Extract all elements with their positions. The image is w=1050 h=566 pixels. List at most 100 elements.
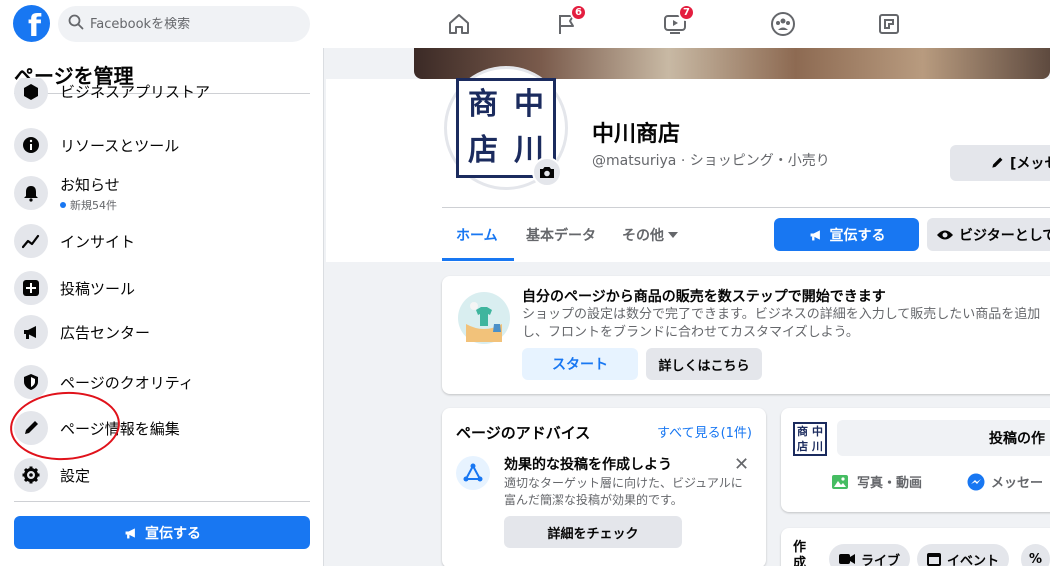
info-icon xyxy=(14,128,48,162)
watch-icon[interactable]: 7 xyxy=(659,4,695,40)
gear-icon xyxy=(14,458,48,492)
tab-about[interactable]: 基本データ xyxy=(526,225,596,245)
logo-char: 川 xyxy=(812,440,823,453)
page-name: 中川商店 xyxy=(592,122,681,147)
message-button[interactable]: [メッセ xyxy=(950,145,1050,181)
messenger-icon xyxy=(967,473,985,490)
tab-home[interactable]: ホーム xyxy=(456,225,498,245)
flag-icon[interactable]: 6 xyxy=(551,4,587,40)
sidebar-item-notifications[interactable]: お知らせ 新規54件 xyxy=(10,171,312,215)
notification-count: 新規54件 xyxy=(60,197,120,213)
flag-badge: 6 xyxy=(570,4,587,21)
sidebar-item-settings[interactable]: 設定 xyxy=(10,453,312,497)
chart-icon xyxy=(14,224,48,258)
sidebar-item-label: リソースとツール xyxy=(60,136,180,155)
sidebar-item-label: ページのクオリティ xyxy=(60,373,194,392)
view-as-visitor-label: ビジターとして xyxy=(959,227,1050,244)
create-post-card: 商 中 店 川 投稿の作 写真・動画 メッセー xyxy=(781,408,1050,512)
messenger-label: メッセー xyxy=(991,476,1044,491)
unread-dot xyxy=(60,201,66,208)
sidebar-item-ad-center[interactable]: 広告センター xyxy=(10,310,312,354)
logo-char: 商 xyxy=(797,425,808,438)
megaphone-icon xyxy=(125,527,135,538)
sidebar-item-page-quality[interactable]: ページのクオリティ xyxy=(10,360,312,404)
sidebar-item-resources-tools[interactable]: リソースとツール xyxy=(10,123,312,167)
start-button[interactable]: スタート xyxy=(522,348,638,380)
create-post-button[interactable]: 投稿の作 xyxy=(837,420,1050,456)
live-button[interactable]: ライブ xyxy=(829,544,911,566)
sidebar-item-edit-page-info[interactable]: ページ情報を編集 xyxy=(10,406,312,450)
video-camera-icon xyxy=(839,554,855,564)
event-label: イベント xyxy=(947,553,1000,566)
page-mini-avatar: 商 中 店 川 xyxy=(793,422,827,456)
photo-video-label: 写真・動画 xyxy=(857,476,923,491)
sidebar-item-label: ビジネスアプリストア xyxy=(60,82,211,101)
box-icon xyxy=(14,78,48,109)
search-input[interactable] xyxy=(90,16,290,32)
tab-more-label: その他 xyxy=(622,228,664,244)
sidebar-item-label: お知らせ xyxy=(60,175,120,194)
bell-icon xyxy=(14,176,48,210)
view-as-visitor-button[interactable]: ビジターとして xyxy=(927,218,1050,251)
home-icon[interactable] xyxy=(443,8,475,40)
sidebar-item-label: 投稿ツール xyxy=(60,279,136,298)
camera-icon[interactable] xyxy=(532,157,562,187)
logo-char: 店 xyxy=(461,129,505,173)
page-handle-category: @matsuriya · ショッピング・小売り xyxy=(592,153,830,169)
tab-divider xyxy=(442,207,1050,208)
photo-video-button[interactable]: 写真・動画 xyxy=(831,472,922,491)
gaming-icon[interactable] xyxy=(873,8,905,40)
page-advice-card: ページのアドバイス すべて見る(1件) 効果的な投稿を作成しよう ✕ 適切なター… xyxy=(442,408,766,566)
tab-more[interactable]: その他 xyxy=(622,225,678,245)
facebook-logo[interactable]: f xyxy=(13,5,50,42)
event-button[interactable]: イベント xyxy=(917,544,1010,566)
photo-icon xyxy=(832,474,848,489)
advice-heading: 効果的な投稿を作成しよう xyxy=(504,457,672,473)
megaphone-icon xyxy=(810,229,820,240)
logo-char: 中 xyxy=(812,425,823,438)
messenger-button[interactable]: メッセー xyxy=(967,472,1043,491)
logo-char: 店 xyxy=(797,440,808,453)
sidebar-promote-label: 宣伝する xyxy=(145,525,201,542)
top-bar: f 6 7 xyxy=(0,0,1050,48)
search-box[interactable] xyxy=(58,6,310,42)
advice-card-title: ページのアドバイス xyxy=(456,424,591,442)
sidebar-item-business-app-store[interactable]: ビジネスアプリストア xyxy=(10,78,312,118)
learn-more-button[interactable]: 詳しくはこちら xyxy=(646,348,762,380)
sidebar-promote-button[interactable]: 宣伝する xyxy=(14,516,310,549)
sidebar-divider xyxy=(14,501,310,502)
sidebar-item-label: 広告センター xyxy=(60,323,151,342)
offer-button[interactable]: % xyxy=(1021,544,1050,566)
groups-icon[interactable] xyxy=(767,8,799,40)
sidebar-item-post-tools[interactable]: 投稿ツール xyxy=(10,266,312,310)
create-label: 作成 xyxy=(793,540,807,566)
sidebar-item-label: 設定 xyxy=(60,466,91,485)
shop-card-description: ショップの設定は数分で完了できます。ビジネスの詳細を入力して販売したい商品を追加… xyxy=(522,307,1041,340)
promote-button[interactable]: 宣伝する xyxy=(774,218,919,251)
notification-count-text: 新規54件 xyxy=(70,198,117,212)
sidebar-item-label: ページ情報を編集 xyxy=(60,419,180,438)
search-icon xyxy=(68,14,84,34)
facebook-logo-letter: f xyxy=(27,9,42,43)
logo-char: 商 xyxy=(461,83,505,127)
megaphone-icon xyxy=(14,315,48,349)
check-details-button[interactable]: 詳細をチェック xyxy=(504,516,682,548)
shop-setup-card: 自分のページから商品の販売を数ステップで開始できます ショップの設定は数分で完了… xyxy=(442,276,1050,394)
see-all-link[interactable]: すべて見る(1件) xyxy=(657,422,752,441)
caret-down-icon xyxy=(668,232,678,238)
message-button-label: [メッセ xyxy=(1010,156,1050,172)
eye-icon xyxy=(937,230,953,239)
triangle-nodes-icon xyxy=(456,456,490,490)
close-icon[interactable]: ✕ xyxy=(734,454,749,475)
percent-icon: % xyxy=(1029,551,1043,566)
promote-button-label: 宣伝する xyxy=(829,227,886,244)
shop-card-title: 自分のページから商品の販売を数ステップで開始できます xyxy=(522,289,886,305)
sidebar-item-label: インサイト xyxy=(60,232,136,251)
post-tools-icon xyxy=(14,271,48,305)
logo-char: 中 xyxy=(507,83,551,127)
sidebar-item-insights[interactable]: インサイト xyxy=(10,219,312,263)
shield-icon xyxy=(14,365,48,399)
pencil-icon xyxy=(14,411,48,445)
shop-illustration-icon xyxy=(458,292,510,344)
live-label: ライブ xyxy=(861,553,901,566)
